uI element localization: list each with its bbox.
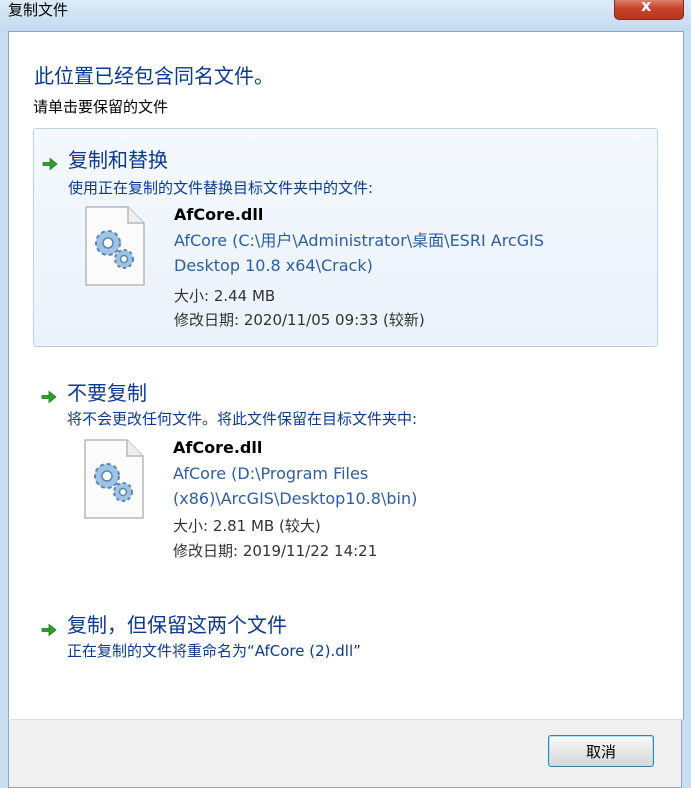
file-name: AfCore.dll xyxy=(174,205,264,224)
close-icon: x xyxy=(641,0,652,15)
green-arrow-icon xyxy=(41,390,57,404)
option-description: 正在复制的文件将重命名为“AfCore (2).dll” xyxy=(67,642,361,660)
close-button[interactable]: x xyxy=(614,0,684,20)
option-copy-keep-both[interactable]: 复制，但保留这两个文件 正在复制的文件将重命名为“AfCore (2).dll” xyxy=(33,598,658,668)
file-modified: 修改日期: 2019/11/22 14:21 xyxy=(173,542,378,560)
option-title: 复制，但保留这两个文件 xyxy=(67,613,287,637)
option-title: 复制和替换 xyxy=(68,148,168,172)
dialog-content: 此位置已经包含同名文件。 请单击要保留的文件 复制和替换 使用正在复制的文件替换… xyxy=(8,31,684,720)
file-size: 大小: 2.44 MB xyxy=(174,287,276,305)
dialog-footer: 取消 xyxy=(8,719,682,788)
file-path: AfCore (C:\用户\Administrator\桌面\ESRI ArcG… xyxy=(174,231,544,275)
window-titlebar[interactable]: 复制文件 x xyxy=(0,0,691,31)
window-frame-left xyxy=(0,31,8,788)
dll-file-gear-icon xyxy=(84,439,144,519)
green-arrow-icon xyxy=(42,157,58,171)
option-description: 使用正在复制的文件替换目标文件夹中的文件: xyxy=(68,179,374,197)
dll-file-gear-icon xyxy=(85,206,145,286)
option-do-not-copy[interactable]: 不要复制 将不会更改任何文件。将此文件保留在目标文件夹中: AfCore.dll… xyxy=(33,364,658,574)
file-modified: 修改日期: 2020/11/05 09:33 (较新) xyxy=(174,311,425,329)
option-description: 将不会更改任何文件。将此文件保留在目标文件夹中: xyxy=(67,410,418,428)
dialog-heading: 此位置已经包含同名文件。 xyxy=(34,64,274,88)
file-size: 大小: 2.81 MB (较大) xyxy=(173,517,321,535)
file-path: AfCore (D:\Program Files (x86)\ArcGIS\De… xyxy=(173,464,418,508)
option-copy-and-replace[interactable]: 复制和替换 使用正在复制的文件替换目标文件夹中的文件: AfCore.dll A… xyxy=(33,128,658,347)
cancel-button[interactable]: 取消 xyxy=(548,735,654,767)
file-name: AfCore.dll xyxy=(173,438,263,457)
option-title: 不要复制 xyxy=(67,381,147,405)
green-arrow-icon xyxy=(41,623,57,637)
window-title: 复制文件 xyxy=(8,1,69,19)
dialog-subheading: 请单击要保留的文件 xyxy=(33,98,169,116)
